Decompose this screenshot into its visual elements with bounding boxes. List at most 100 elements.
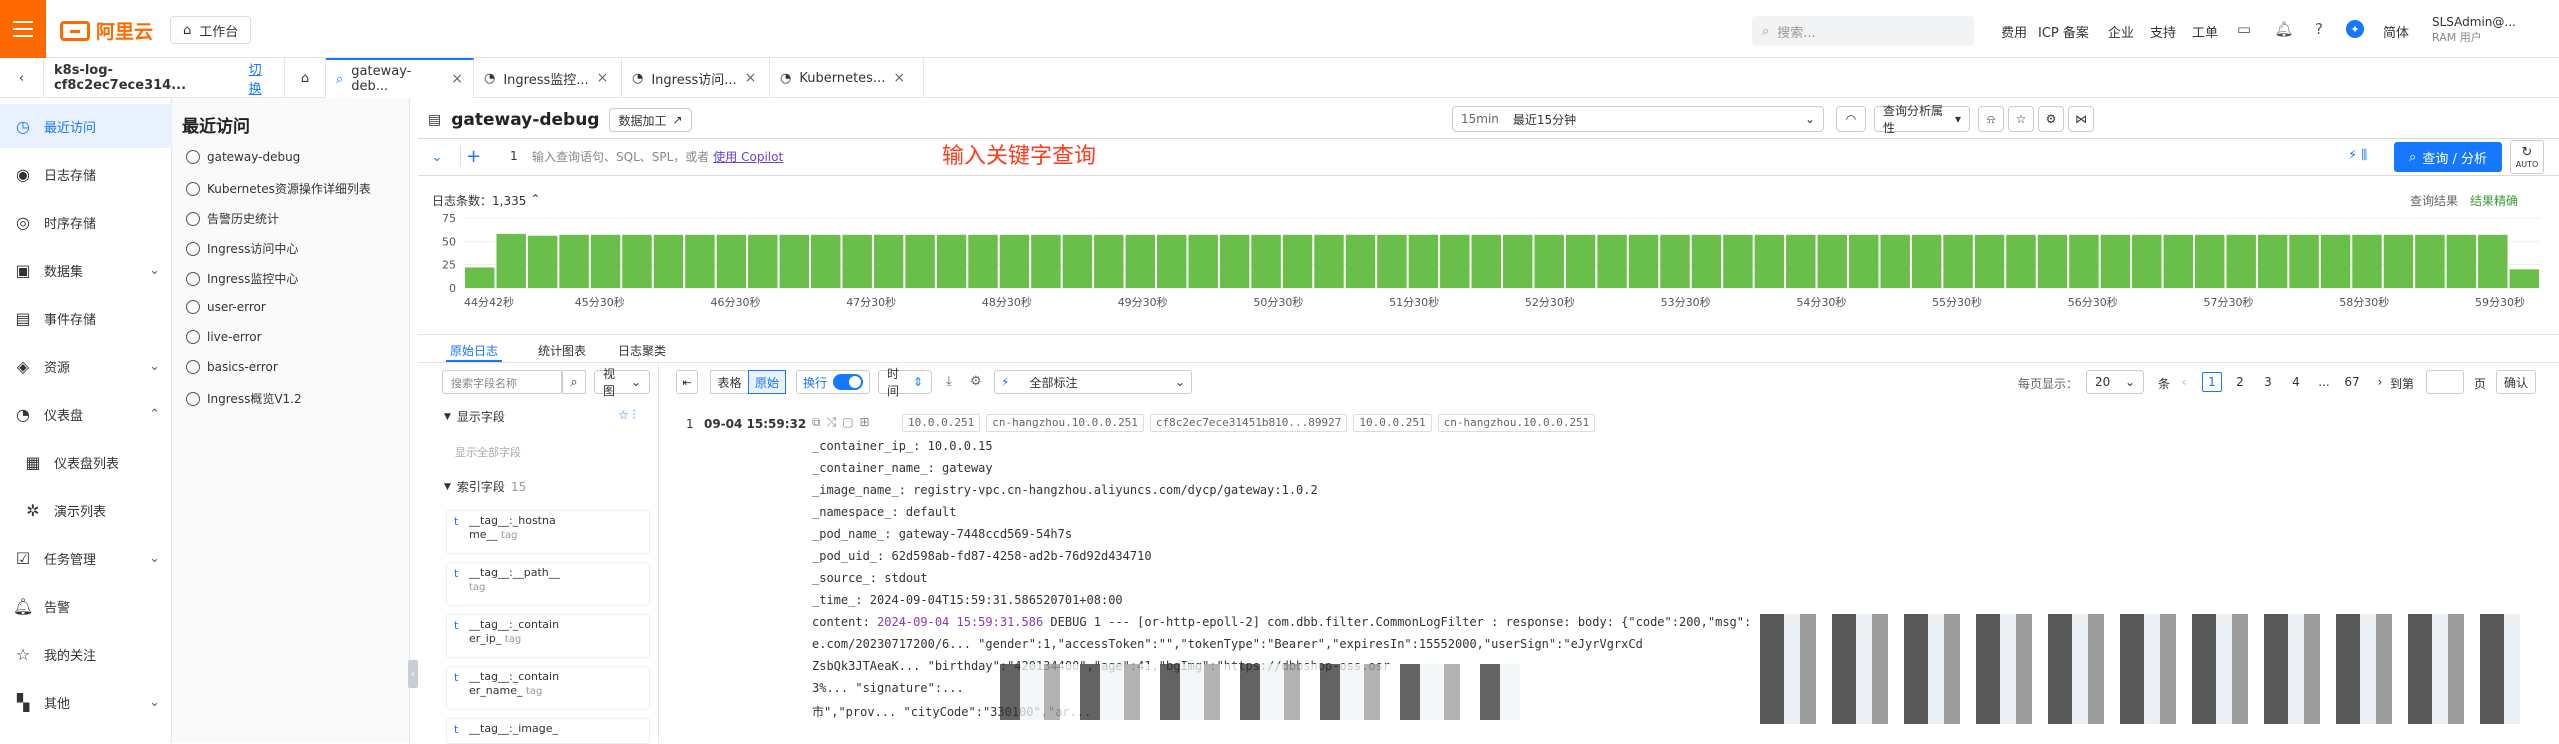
histogram-bar[interactable] bbox=[590, 234, 621, 288]
histogram-bar[interactable] bbox=[779, 234, 809, 288]
sidebar-item-demo-list[interactable]: ✲ 演示列表 bbox=[0, 488, 172, 532]
histogram-bar[interactable] bbox=[1031, 234, 1061, 288]
more-icon[interactable]: ⊞ bbox=[860, 415, 870, 430]
sidebar-item-eventstore[interactable]: ▤ 事件存储 bbox=[0, 296, 172, 340]
histogram-bar[interactable] bbox=[2415, 234, 2445, 288]
page-3[interactable]: 3 bbox=[2258, 372, 2278, 392]
per-page-select[interactable]: 20 ⌄ bbox=[2086, 370, 2144, 394]
histogram-bar[interactable] bbox=[1219, 234, 1250, 288]
tab-stat-charts[interactable]: 统计图表 bbox=[534, 340, 590, 362]
recent-item[interactable]: basics-error bbox=[186, 360, 278, 374]
log-histogram-chart[interactable]: 75 50 25 0 44分42秒 45分30秒 46分30秒 47分30秒 48分30秒 49分… bbox=[430, 206, 2544, 322]
wrap-toggle[interactable]: 换行 bbox=[796, 370, 870, 394]
histogram-bar[interactable] bbox=[465, 267, 495, 288]
query-tools-icon[interactable]: ⚡︎ ⫼ bbox=[2348, 148, 2367, 163]
nav-icp[interactable]: ICP 备案 bbox=[2038, 22, 2089, 41]
terminal-icon[interactable]: ▭ bbox=[2235, 20, 2253, 38]
expand-query-button[interactable]: ⌄ bbox=[426, 148, 448, 166]
recent-item[interactable]: Kubernetes资源操作详细列表 bbox=[186, 180, 371, 197]
histogram-bar[interactable] bbox=[1565, 234, 1596, 288]
histogram-bar[interactable] bbox=[2257, 234, 2288, 288]
histogram-bar[interactable] bbox=[1849, 234, 1879, 288]
field-search-input[interactable]: 搜索字段名称 bbox=[442, 370, 562, 394]
histogram-bar[interactable] bbox=[2132, 234, 2162, 288]
histogram-bar[interactable] bbox=[1943, 234, 1973, 288]
recent-item[interactable]: 告警历史统计 bbox=[186, 210, 279, 227]
time-sort-button[interactable]: 时间 ⇕ bbox=[878, 367, 932, 398]
sidebar-item-dashboard-list[interactable]: ▦ 仪表盘列表 bbox=[0, 440, 172, 484]
recent-item[interactable]: gateway-debug bbox=[186, 150, 300, 164]
tab-ingress-access[interactable]: ◔ Ingress访问... × bbox=[622, 58, 770, 98]
data-process-button[interactable]: 数据加工 ↗ bbox=[609, 108, 692, 132]
recent-item[interactable]: Ingress监控中心 bbox=[186, 270, 298, 287]
annotation-select[interactable]: ⚡︎ 全部标注 ⌄ bbox=[994, 370, 1192, 394]
tab-home[interactable]: ⌂ bbox=[284, 58, 326, 98]
histogram-bar[interactable] bbox=[905, 234, 935, 288]
histogram-bar[interactable] bbox=[2226, 234, 2256, 288]
sidebar-item-dashboard[interactable]: ◔ 仪表盘 ⌃ bbox=[0, 392, 172, 436]
sidebar-item-recent[interactable]: ◷ 最近访问 bbox=[0, 104, 172, 148]
histogram-bar[interactable] bbox=[2163, 234, 2193, 288]
histogram-bar[interactable] bbox=[1251, 234, 1281, 288]
host-ip-chip[interactable]: 10.0.0.251 bbox=[1353, 414, 1432, 432]
histogram-bar[interactable] bbox=[1125, 234, 1155, 288]
histogram-bar[interactable] bbox=[1062, 234, 1093, 288]
source-ip-chip[interactable]: 10.0.0.251 bbox=[902, 414, 981, 432]
histogram-bar[interactable] bbox=[2069, 234, 2099, 288]
close-icon[interactable]: × bbox=[745, 70, 757, 86]
copilot-icon[interactable]: ✦ bbox=[2346, 20, 2364, 38]
page-2[interactable]: 2 bbox=[2230, 372, 2250, 392]
histogram-bar[interactable] bbox=[1094, 234, 1124, 288]
tab-kubernetes[interactable]: ◔ Kubernetes... × bbox=[770, 58, 924, 98]
index-field-item[interactable]: t __tag__:_contain er_name_ tag bbox=[446, 666, 650, 710]
workbench-button[interactable]: ⌂ 工作台 bbox=[170, 16, 252, 44]
query-input[interactable]: 输入查询语句、SQL、SPL，或者 使用 Copilot bbox=[532, 140, 2332, 172]
histogram-bar[interactable] bbox=[1723, 234, 1753, 288]
share-button[interactable]: ⋈ bbox=[2068, 106, 2094, 132]
collapse-fields-button[interactable]: ⇤ bbox=[676, 370, 698, 394]
nav-billing[interactable]: 费用 bbox=[2001, 22, 2027, 41]
sidebar-item-task[interactable]: ☑ 任务管理 ⌄ bbox=[0, 536, 172, 580]
close-icon[interactable]: × bbox=[597, 70, 609, 86]
histogram-bar[interactable] bbox=[1974, 234, 2005, 288]
sidebar-item-others[interactable]: ▚ 其他 ⌄ bbox=[0, 680, 172, 724]
histogram-bar[interactable] bbox=[2446, 234, 2477, 288]
histogram-bar[interactable] bbox=[1597, 234, 1627, 288]
index-fields-header[interactable]: ▼ 索引字段 15 bbox=[444, 478, 526, 495]
help-icon[interactable]: ? bbox=[2310, 20, 2328, 38]
sidebar-item-logstore[interactable]: ◉ 日志存储 bbox=[0, 152, 172, 196]
histogram-bar[interactable] bbox=[559, 234, 589, 288]
sidebar-item-metricstore[interactable]: ◎ 时序存储 bbox=[0, 200, 172, 244]
table-view-button[interactable]: 表格 bbox=[710, 370, 748, 394]
histogram-bar[interactable] bbox=[622, 234, 652, 288]
histogram-bar[interactable] bbox=[716, 234, 747, 288]
histogram-bar[interactable] bbox=[1880, 234, 1910, 288]
user-account-menu[interactable]: SLSAdmin@... RAM 用户 bbox=[2432, 14, 2516, 46]
query-submit-button[interactable]: ⌕ 查询 / 分析 bbox=[2394, 142, 2502, 172]
histogram-bar[interactable] bbox=[527, 235, 558, 288]
tab-ingress-monitor[interactable]: ◔ Ingress监控... × bbox=[474, 58, 622, 98]
comment-icon[interactable]: ▢ bbox=[842, 415, 853, 430]
histogram-bar[interactable] bbox=[1471, 234, 1501, 288]
histogram-bar[interactable] bbox=[968, 234, 998, 288]
tab-log-cluster[interactable]: 日志聚类 bbox=[614, 340, 670, 362]
collapse-panel-handle[interactable]: ‹ bbox=[408, 660, 418, 688]
histogram-bar[interactable] bbox=[2478, 234, 2508, 288]
refresh-gauge-button[interactable]: ◠ bbox=[1836, 106, 1866, 132]
auto-refresh-button[interactable]: ↻ AUTO bbox=[2510, 140, 2544, 174]
next-page-icon[interactable]: › bbox=[2370, 372, 2390, 392]
page-1[interactable]: 1 bbox=[2202, 372, 2222, 392]
histogram-bar[interactable] bbox=[1188, 234, 1218, 288]
histogram-bar[interactable] bbox=[2320, 234, 2351, 288]
histogram-bar[interactable] bbox=[685, 234, 715, 288]
close-icon[interactable]: × bbox=[893, 70, 905, 86]
hamburger-menu-button[interactable] bbox=[0, 0, 46, 58]
page-ellipsis[interactable]: ... bbox=[2314, 372, 2334, 392]
nav-enterprise[interactable]: 企业 bbox=[2108, 22, 2134, 41]
language-switch[interactable]: 简体 bbox=[2383, 22, 2409, 41]
histogram-bar[interactable] bbox=[2509, 269, 2539, 288]
query-analysis-props-button[interactable]: 查询分析属性 ▾ bbox=[1874, 104, 1970, 135]
toggle-switch[interactable] bbox=[833, 374, 863, 390]
histogram-bar[interactable] bbox=[2037, 234, 2068, 288]
sidebar-item-resource[interactable]: ◈ 资源 ⌄ bbox=[0, 344, 172, 388]
